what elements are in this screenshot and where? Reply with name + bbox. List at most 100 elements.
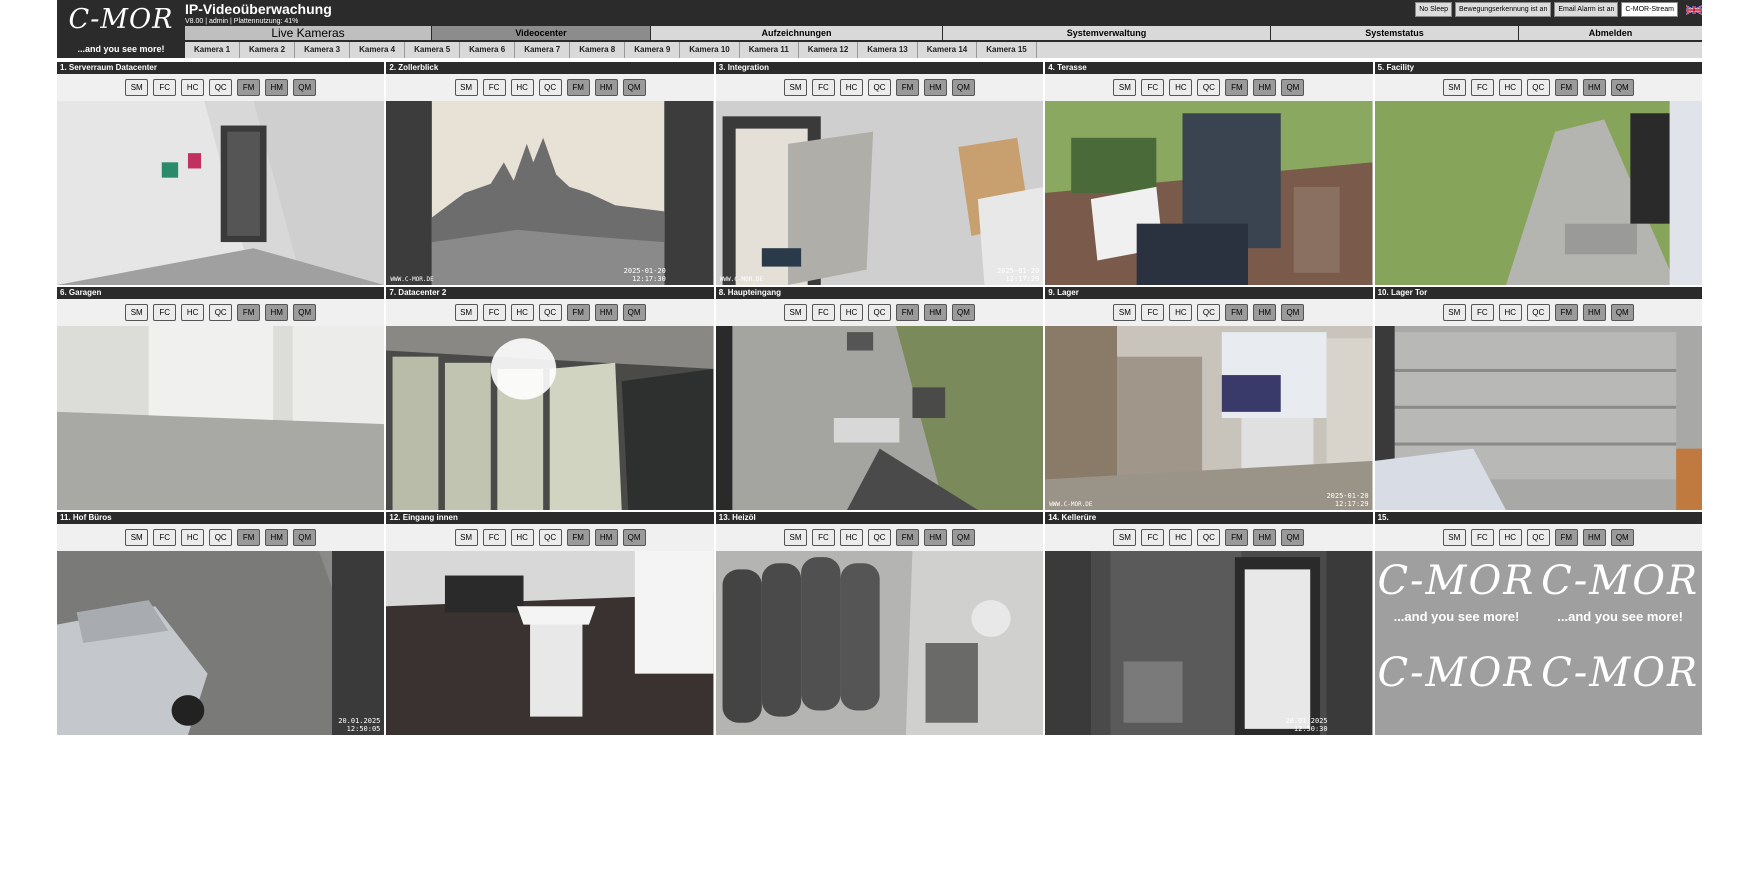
view-qm-button[interactable]: QM: [951, 529, 975, 546]
camera-feed[interactable]: WWW.C-MOR.DE 2025-01-20 12:17:30: [386, 101, 714, 285]
view-qc-button[interactable]: QC: [1526, 304, 1550, 321]
view-hc-button[interactable]: HC: [1169, 79, 1193, 96]
view-hc-button[interactable]: HC: [181, 529, 205, 546]
view-hc-button[interactable]: HC: [181, 304, 205, 321]
view-hm-button[interactable]: HM: [923, 304, 947, 321]
view-sm-button[interactable]: SM: [125, 304, 149, 321]
view-fm-button[interactable]: FM: [566, 79, 590, 96]
camera-feed[interactable]: WWW.C-MOR.DE 2025-01-20 12:17:29: [1045, 326, 1373, 510]
view-qm-button[interactable]: QM: [1281, 79, 1305, 96]
view-qm-button[interactable]: QM: [622, 79, 646, 96]
view-sm-button[interactable]: SM: [1113, 304, 1137, 321]
view-qm-button[interactable]: QM: [951, 79, 975, 96]
view-fc-button[interactable]: FC: [482, 79, 506, 96]
view-qm-button[interactable]: QM: [622, 529, 646, 546]
view-fm-button[interactable]: FM: [237, 79, 261, 96]
view-qc-button[interactable]: QC: [209, 529, 233, 546]
view-qc-button[interactable]: QC: [867, 529, 891, 546]
view-qc-button[interactable]: QC: [538, 79, 562, 96]
camera-feed[interactable]: [57, 326, 385, 510]
view-fc-button[interactable]: FC: [153, 304, 177, 321]
view-hm-button[interactable]: HM: [1582, 529, 1606, 546]
view-fc-button[interactable]: FC: [1141, 79, 1165, 96]
view-qc-button[interactable]: QC: [209, 304, 233, 321]
view-hc-button[interactable]: HC: [839, 529, 863, 546]
view-sm-button[interactable]: SM: [454, 304, 478, 321]
nav-live-kameras[interactable]: Live Kameras: [185, 26, 431, 40]
view-sm-button[interactable]: SM: [454, 79, 478, 96]
view-hc-button[interactable]: HC: [1169, 529, 1193, 546]
view-qc-button[interactable]: QC: [1197, 304, 1221, 321]
view-sm-button[interactable]: SM: [454, 529, 478, 546]
nav-systemstatus[interactable]: Systemstatus: [1271, 26, 1518, 40]
view-fm-button[interactable]: FM: [237, 304, 261, 321]
view-qc-button[interactable]: QC: [209, 79, 233, 96]
view-qm-button[interactable]: QM: [1610, 304, 1634, 321]
view-sm-button[interactable]: SM: [783, 79, 807, 96]
view-qm-button[interactable]: QM: [293, 304, 317, 321]
view-fc-button[interactable]: FC: [1141, 529, 1165, 546]
view-fm-button[interactable]: FM: [895, 529, 919, 546]
view-hm-button[interactable]: HM: [594, 304, 618, 321]
view-hm-button[interactable]: HM: [265, 529, 289, 546]
view-hm-button[interactable]: HM: [923, 529, 947, 546]
camnav-kamera-6[interactable]: Kamera 6: [460, 42, 516, 58]
view-hc-button[interactable]: HC: [839, 79, 863, 96]
view-qc-button[interactable]: QC: [1197, 529, 1221, 546]
view-hm-button[interactable]: HM: [265, 79, 289, 96]
view-qc-button[interactable]: QC: [1526, 79, 1550, 96]
view-hm-button[interactable]: HM: [1582, 304, 1606, 321]
view-sm-button[interactable]: SM: [125, 79, 149, 96]
view-qc-button[interactable]: QC: [867, 304, 891, 321]
view-fc-button[interactable]: FC: [1470, 79, 1494, 96]
view-hm-button[interactable]: HM: [1253, 79, 1277, 96]
view-sm-button[interactable]: SM: [1442, 304, 1466, 321]
view-hm-button[interactable]: HM: [923, 79, 947, 96]
camera-feed[interactable]: [386, 551, 714, 735]
camnav-kamera-14[interactable]: Kamera 14: [918, 42, 978, 58]
camera-placeholder-logo[interactable]: C-MOR ...and you see more! C-MOR ...and …: [1374, 551, 1702, 735]
view-sm-button[interactable]: SM: [1113, 529, 1137, 546]
view-hc-button[interactable]: HC: [1169, 304, 1193, 321]
logo[interactable]: C-MOR ...and you see more!: [57, 0, 185, 58]
view-qc-button[interactable]: QC: [1526, 529, 1550, 546]
no-sleep-button[interactable]: No Sleep: [1415, 2, 1452, 17]
camnav-kamera-4[interactable]: Kamera 4: [350, 42, 406, 58]
camera-feed[interactable]: 20.01.2025 12:50:30: [1045, 551, 1373, 735]
view-fc-button[interactable]: FC: [482, 304, 506, 321]
view-hc-button[interactable]: HC: [510, 79, 534, 96]
camnav-kamera-8[interactable]: Kamera 8: [570, 42, 626, 58]
view-hm-button[interactable]: HM: [1253, 529, 1277, 546]
motion-detection-button[interactable]: Bewegungserkennung ist an: [1455, 2, 1552, 17]
camnav-kamera-12[interactable]: Kamera 12: [799, 42, 859, 58]
view-qm-button[interactable]: QM: [1610, 79, 1634, 96]
view-hm-button[interactable]: HM: [1582, 79, 1606, 96]
view-qc-button[interactable]: QC: [867, 79, 891, 96]
view-sm-button[interactable]: SM: [1442, 79, 1466, 96]
camnav-kamera-15[interactable]: Kamera 15: [977, 42, 1037, 58]
view-qm-button[interactable]: QM: [293, 79, 317, 96]
view-qc-button[interactable]: QC: [1197, 79, 1221, 96]
view-hc-button[interactable]: HC: [839, 304, 863, 321]
view-fm-button[interactable]: FM: [1225, 79, 1249, 96]
view-fc-button[interactable]: FC: [482, 529, 506, 546]
view-fm-button[interactable]: FM: [566, 304, 590, 321]
camera-feed[interactable]: [715, 326, 1044, 510]
nav-videocenter[interactable]: Videocenter: [432, 26, 650, 40]
view-sm-button[interactable]: SM: [1113, 79, 1137, 96]
view-fc-button[interactable]: FC: [1470, 304, 1494, 321]
camnav-kamera-13[interactable]: Kamera 13: [858, 42, 918, 58]
camnav-kamera-2[interactable]: Kamera 2: [240, 42, 296, 58]
camnav-kamera-10[interactable]: Kamera 10: [680, 42, 740, 58]
view-fc-button[interactable]: FC: [1141, 304, 1165, 321]
view-fc-button[interactable]: FC: [1470, 529, 1494, 546]
view-sm-button[interactable]: SM: [125, 529, 149, 546]
view-fc-button[interactable]: FC: [153, 529, 177, 546]
view-hc-button[interactable]: HC: [1498, 304, 1522, 321]
camera-feed[interactable]: [57, 101, 385, 285]
view-fc-button[interactable]: FC: [153, 79, 177, 96]
view-qm-button[interactable]: QM: [622, 304, 646, 321]
camnav-kamera-7[interactable]: Kamera 7: [515, 42, 571, 58]
camnav-kamera-9[interactable]: Kamera 9: [625, 42, 681, 58]
view-fc-button[interactable]: FC: [811, 304, 835, 321]
